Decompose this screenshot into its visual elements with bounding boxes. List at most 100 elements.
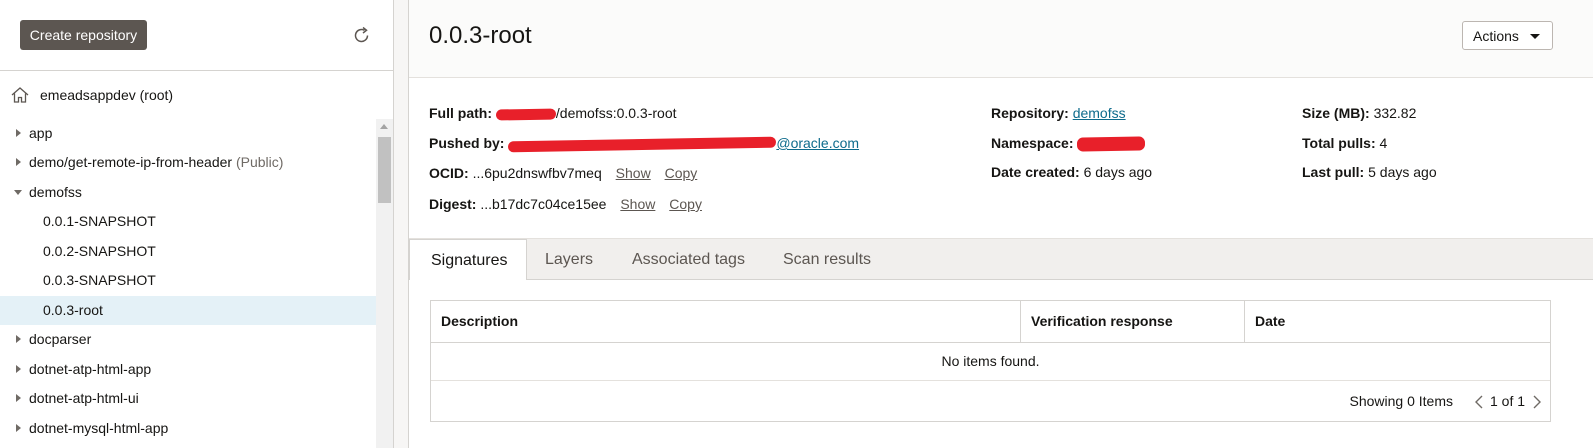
table-pagination: Showing 0 Items 1 of 1 bbox=[431, 381, 1550, 421]
namespace-label: Namespace: bbox=[991, 135, 1074, 151]
tree-root[interactable]: emeadsappdev (root) bbox=[0, 80, 393, 110]
tree-item-label: 0.0.3-SNAPSHOT bbox=[43, 272, 156, 288]
empty-message: No items found. bbox=[431, 342, 1550, 381]
last-pull-value: 5 days ago bbox=[1368, 164, 1437, 180]
tree-item-label: docparser bbox=[29, 331, 92, 347]
refresh-icon[interactable] bbox=[352, 26, 372, 46]
repository-tree: app demo/get-remote-ip-from-header (Publ… bbox=[0, 119, 376, 448]
details-tabs: Signatures Layers Associated tags Scan r… bbox=[409, 238, 1593, 281]
tree-item-label: dotnet-mysql-html-app bbox=[29, 420, 169, 436]
expand-icon[interactable] bbox=[14, 355, 24, 384]
ocid-value: ...6pu2dnswfbv7meq bbox=[472, 165, 602, 181]
table-header: Description Verification response Date bbox=[431, 301, 1550, 343]
tree-item-label: 0.0.2-SNAPSHOT bbox=[43, 243, 156, 259]
sidebar-scrollbar[interactable] bbox=[376, 119, 393, 448]
sidebar-toolbar: Create repository bbox=[0, 0, 393, 71]
total-pulls-label: Total pulls: bbox=[1302, 135, 1376, 151]
collapse-icon[interactable] bbox=[14, 178, 24, 207]
repository-sidebar: Create repository emeadsappdev (root) ap… bbox=[0, 0, 393, 448]
actions-label: Actions bbox=[1473, 28, 1519, 44]
repository-label: Repository: bbox=[991, 105, 1069, 121]
showing-count: Showing 0 Items bbox=[1349, 393, 1454, 409]
tree-item-label: dotnet-atp-html-app bbox=[29, 361, 152, 377]
digest-show-link[interactable]: Show bbox=[620, 196, 655, 212]
column-description[interactable]: Description bbox=[431, 301, 1020, 342]
tree-item-0.0.2-snapshot[interactable]: 0.0.2-SNAPSHOT bbox=[0, 237, 376, 266]
ocid-copy-link[interactable]: Copy bbox=[665, 165, 698, 181]
tab-scan-results[interactable]: Scan results bbox=[783, 239, 871, 281]
redaction-mark bbox=[1077, 136, 1146, 152]
tree-item-label: app bbox=[29, 125, 53, 141]
digest-field: Digest: ...b17dc7c04ce15ee Show Copy bbox=[429, 196, 702, 212]
caret-down-icon bbox=[1530, 34, 1540, 39]
ocid-field: OCID: ...6pu2dnswfbv7meq Show Copy bbox=[429, 165, 697, 181]
repository-field: Repository: demofss bbox=[991, 105, 1126, 121]
redaction-mark bbox=[508, 136, 777, 153]
column-date[interactable]: Date bbox=[1244, 301, 1550, 342]
expand-icon[interactable] bbox=[14, 414, 24, 443]
full-path-value: /demofss:0.0.3-root bbox=[555, 105, 677, 121]
pushed-by-field: Pushed by: @oracle.com bbox=[429, 135, 859, 153]
tab-layers[interactable]: Layers bbox=[545, 239, 593, 281]
tab-signatures[interactable]: Signatures bbox=[409, 239, 527, 281]
tree-item-label: demofss bbox=[29, 184, 82, 200]
size-field: Size (MB): 332.82 bbox=[1302, 105, 1416, 121]
actions-menu-button[interactable]: Actions bbox=[1462, 21, 1553, 50]
home-icon bbox=[10, 85, 30, 105]
full-path-field: Full path: /demofss:0.0.3-root bbox=[429, 105, 677, 121]
tab-associated-tags[interactable]: Associated tags bbox=[632, 239, 745, 281]
ocid-show-link[interactable]: Show bbox=[616, 165, 651, 181]
expand-icon[interactable] bbox=[14, 325, 24, 354]
page-info: 1 of 1 bbox=[1490, 393, 1526, 409]
repository-link[interactable]: demofss bbox=[1073, 105, 1126, 121]
panel-resize-handle[interactable] bbox=[393, 0, 409, 448]
scrollbar-thumb[interactable] bbox=[378, 137, 391, 203]
tree-item-dotnet-atp-html-ui[interactable]: dotnet-atp-html-ui bbox=[0, 384, 376, 413]
create-repository-button[interactable]: Create repository bbox=[20, 20, 147, 50]
page-title: 0.0.3-root bbox=[429, 22, 532, 49]
redaction-mark bbox=[495, 108, 556, 121]
full-path-label: Full path: bbox=[429, 105, 492, 121]
tree-item-0.0.1-snapshot[interactable]: 0.0.1-SNAPSHOT bbox=[0, 207, 376, 236]
tree-item-app[interactable]: app bbox=[0, 119, 376, 148]
signatures-table: Description Verification response Date N… bbox=[430, 300, 1551, 422]
namespace-field: Namespace: bbox=[991, 135, 1146, 152]
digest-value: ...b17dc7c04ce15ee bbox=[480, 196, 607, 212]
image-info: Full path: /demofss:0.0.3-root Pushed by… bbox=[409, 78, 1593, 238]
tree-item-label: 0.0.1-SNAPSHOT bbox=[43, 213, 156, 229]
details-header: 0.0.3-root Actions bbox=[409, 0, 1593, 78]
tree-item-get-remote-ip[interactable]: demo/get-remote-ip-from-header (Public) bbox=[0, 148, 376, 177]
last-pull-field: Last pull: 5 days ago bbox=[1302, 164, 1437, 180]
ocid-label: OCID: bbox=[429, 165, 469, 181]
chevron-right-icon[interactable] bbox=[1532, 395, 1542, 409]
expand-icon[interactable] bbox=[14, 384, 24, 413]
column-verification-response[interactable]: Verification response bbox=[1020, 301, 1244, 342]
date-created-label: Date created: bbox=[991, 164, 1080, 180]
tree-item-0.0.3-root[interactable]: 0.0.3-root bbox=[0, 296, 376, 325]
tree-item-dotnet-mysql-html-app[interactable]: dotnet-mysql-html-app bbox=[0, 414, 376, 443]
tree-item-label: 0.0.3-root bbox=[43, 302, 103, 318]
image-details-panel: 0.0.3-root Actions Full path: /demofss:0… bbox=[409, 0, 1593, 448]
tree-item-dotnet-atp-html-app[interactable]: dotnet-atp-html-app bbox=[0, 355, 376, 384]
tree-item-docparser[interactable]: docparser bbox=[0, 325, 376, 354]
expand-icon[interactable] bbox=[14, 148, 24, 177]
tree-item-0.0.3-snapshot[interactable]: 0.0.3-SNAPSHOT bbox=[0, 266, 376, 295]
signatures-content: Description Verification response Date N… bbox=[409, 280, 1593, 448]
tree-item-demofss[interactable]: demofss bbox=[0, 178, 376, 207]
total-pulls-value: 4 bbox=[1379, 135, 1388, 151]
digest-label: Digest: bbox=[429, 196, 477, 212]
size-label: Size (MB): bbox=[1302, 105, 1370, 121]
total-pulls-field: Total pulls: 4 bbox=[1302, 135, 1387, 151]
chevron-left-icon[interactable] bbox=[1474, 395, 1484, 409]
size-value: 332.82 bbox=[1373, 105, 1417, 121]
last-pull-label: Last pull: bbox=[1302, 164, 1365, 180]
pushed-by-label: Pushed by: bbox=[429, 135, 505, 151]
tree-item-label: demo/get-remote-ip-from-header bbox=[29, 154, 233, 170]
pushed-by-link[interactable]: @oracle.com bbox=[776, 135, 859, 151]
expand-icon[interactable] bbox=[14, 119, 24, 148]
digest-copy-link[interactable]: Copy bbox=[669, 196, 702, 212]
tree-root-label: emeadsappdev (root) bbox=[40, 87, 174, 103]
public-tag: (Public) bbox=[235, 154, 284, 170]
tree-item-label: dotnet-atp-html-ui bbox=[29, 390, 139, 406]
scroll-up-icon[interactable] bbox=[380, 124, 388, 129]
